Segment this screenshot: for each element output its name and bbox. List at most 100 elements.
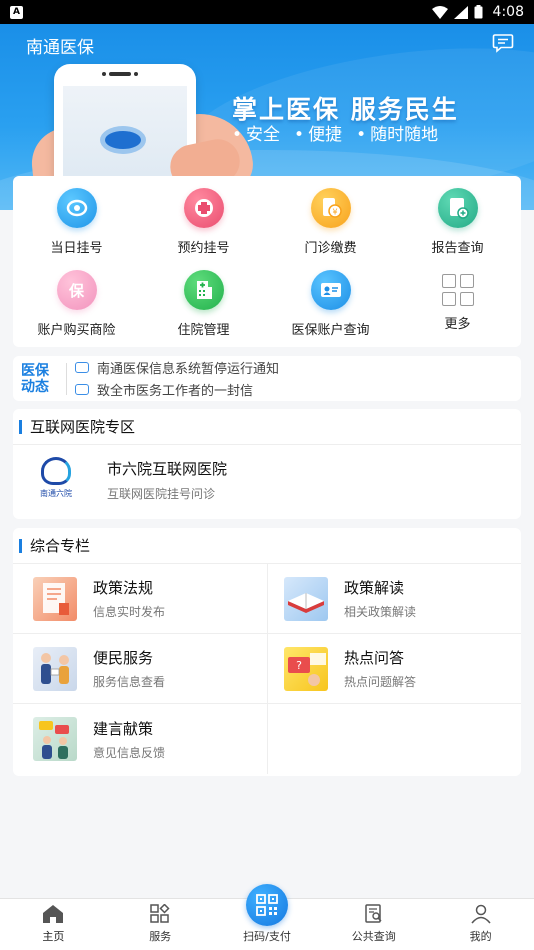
internet-hospital-section: 互联网医院专区 南通六院 市六院互联网医院 互联网医院挂号问诊 [13, 409, 521, 519]
column-suggestions[interactable]: 建言献策 意见信息反馈 [13, 704, 267, 774]
column-empty-slot [267, 704, 521, 774]
hospital-logo-icon: 南通六院 [37, 457, 75, 503]
hospital-name: 市六院互联网医院 [107, 460, 228, 478]
menu-item-account-query[interactable]: 医保账户查询 [267, 268, 394, 350]
banner-tag: 安全 [232, 120, 280, 145]
column-title: 热点问答 [344, 649, 405, 667]
menu-item-label: 报告查询 [431, 241, 484, 256]
column-title: 政策解读 [344, 579, 405, 597]
column-convenience-services[interactable]: 便民服务 服务信息查看 [13, 634, 267, 704]
appointment-icon [183, 188, 224, 228]
section-title: 综合专栏 [30, 537, 91, 555]
user-icon [470, 904, 491, 924]
account-icon [310, 270, 351, 310]
column-title: 建言献策 [93, 719, 154, 738]
home-icon [43, 905, 64, 923]
column-hot-qa[interactable]: ? 热点问答 热点问题解答 [267, 634, 521, 704]
menu-item-inpatient-management[interactable]: 住院管理 [140, 268, 267, 350]
suggestion-thumbnail-icon [33, 717, 77, 761]
registration-icon [56, 188, 97, 228]
menu-item-buy-insurance[interactable]: 保 账户购买商险 [13, 268, 140, 350]
column-subtitle: 热点问题解答 [344, 675, 417, 689]
qa-thumbnail-icon: ? [284, 646, 328, 691]
document-thumbnail-icon [33, 576, 77, 621]
column-policy-interpretation[interactable]: 政策解读 相关政策解读 [267, 564, 521, 634]
medical-insurance-logo-icon [100, 126, 146, 154]
menu-item-label: 当日挂号 [50, 241, 103, 256]
column-policy-regulations[interactable]: 政策法规 信息实时发布 [13, 564, 267, 634]
menu-item-more[interactable]: 更多 [394, 268, 521, 350]
message-icon[interactable] [492, 33, 514, 53]
grid-icon [150, 904, 170, 923]
menu-item-label: 预约挂号 [177, 241, 230, 256]
tab-label: 公共查询 [351, 930, 396, 943]
app-notification-icon: A [10, 5, 23, 19]
news-logo-line: 动态 [21, 378, 49, 395]
report-icon [437, 188, 478, 228]
section-header: 综合专栏 [13, 528, 521, 564]
news-logo-line: 医保 [21, 362, 49, 379]
tab-public-query[interactable]: 公共查询 [320, 899, 427, 950]
news-ticker: 医保 动态 南通医保信息系统暂停运行通知 致全市医务工作者的一封信 [13, 356, 521, 401]
hospital-desc: 互联网医院挂号问诊 [107, 487, 216, 501]
banner-tag: 随时随地 [356, 120, 438, 145]
hospital-icon [183, 270, 224, 310]
search-document-icon [365, 904, 382, 923]
tab-profile[interactable]: 我的 [427, 899, 534, 950]
news-item[interactable]: 致全市医务工作者的一封信 [75, 380, 279, 399]
battery-icon [474, 5, 483, 19]
quick-menu: 当日挂号 预约挂号 ¥ 门诊缴费 报告查询 保 账户购买商险 住院管理 医保账户… [13, 176, 521, 347]
tab-label: 主页 [42, 930, 65, 943]
news-bubble-icon [75, 384, 89, 395]
tab-home[interactable]: 主页 [0, 899, 107, 950]
section-accent-bar [19, 419, 22, 434]
insurance-icon: 保 [56, 270, 97, 310]
section-accent-bar [19, 538, 22, 553]
tab-label: 我的 [469, 930, 492, 943]
payment-icon: ¥ [310, 188, 351, 228]
tab-services[interactable]: 服务 [107, 899, 214, 950]
hospital-logo-text: 南通六院 [40, 489, 72, 498]
menu-item-label: 更多 [444, 317, 471, 332]
column-subtitle: 意见信息反馈 [93, 745, 166, 760]
news-item-text: 致全市医务工作者的一封信 [97, 384, 254, 399]
book-thumbnail-icon [284, 576, 328, 621]
news-item-text: 南通医保信息系统暂停运行通知 [97, 362, 280, 377]
wifi-icon [431, 5, 448, 19]
signal-icon [453, 5, 468, 19]
tab-label: 服务 [149, 930, 172, 943]
banner-tags: 安全 便捷 随时随地 [232, 120, 438, 145]
menu-item-label: 医保账户查询 [291, 323, 370, 338]
news-bubble-icon [75, 362, 89, 373]
section-header: 互联网医院专区 [13, 409, 521, 445]
section-title: 互联网医院专区 [30, 418, 136, 436]
tab-label: 扫码/支付 [243, 930, 291, 943]
status-bar: A 4:08 [0, 0, 534, 24]
qr-code-icon [256, 894, 278, 916]
column-title: 政策法规 [93, 579, 154, 597]
more-icon [441, 274, 474, 306]
news-item[interactable]: 南通医保信息系统暂停运行通知 [75, 358, 279, 377]
people-thumbnail-icon [33, 646, 77, 691]
clock: 4:08 [492, 4, 524, 20]
menu-item-report-query[interactable]: 报告查询 [394, 186, 521, 268]
featured-columns-section: 综合专栏 政策法规 信息实时发布 政策解读 相关政策解读 便民服务 服务信息查看… [13, 528, 521, 776]
svg-text:?: ? [296, 659, 302, 672]
banner-tag: 便捷 [294, 120, 342, 145]
insurance-glyph: 保 [68, 281, 84, 300]
menu-item-label: 账户购买商险 [37, 323, 116, 338]
menu-item-label: 门诊缴费 [304, 241, 357, 256]
column-title: 便民服务 [93, 649, 154, 667]
menu-item-same-day-registration[interactable]: 当日挂号 [13, 186, 140, 268]
app-title: 南通医保 [26, 38, 94, 58]
column-subtitle: 相关政策解读 [344, 605, 417, 619]
menu-item-appointment[interactable]: 预约挂号 [140, 186, 267, 268]
hospital-entry[interactable]: 南通六院 市六院互联网医院 互联网医院挂号问诊 [13, 445, 521, 503]
news-logo: 医保 动态 [13, 362, 67, 395]
column-subtitle: 信息实时发布 [93, 605, 166, 619]
column-subtitle: 服务信息查看 [93, 675, 166, 689]
svg-text:¥: ¥ [332, 208, 337, 217]
scan-pay-button[interactable] [246, 884, 288, 926]
menu-item-label: 住院管理 [177, 323, 230, 338]
menu-item-outpatient-payment[interactable]: ¥ 门诊缴费 [267, 186, 394, 268]
